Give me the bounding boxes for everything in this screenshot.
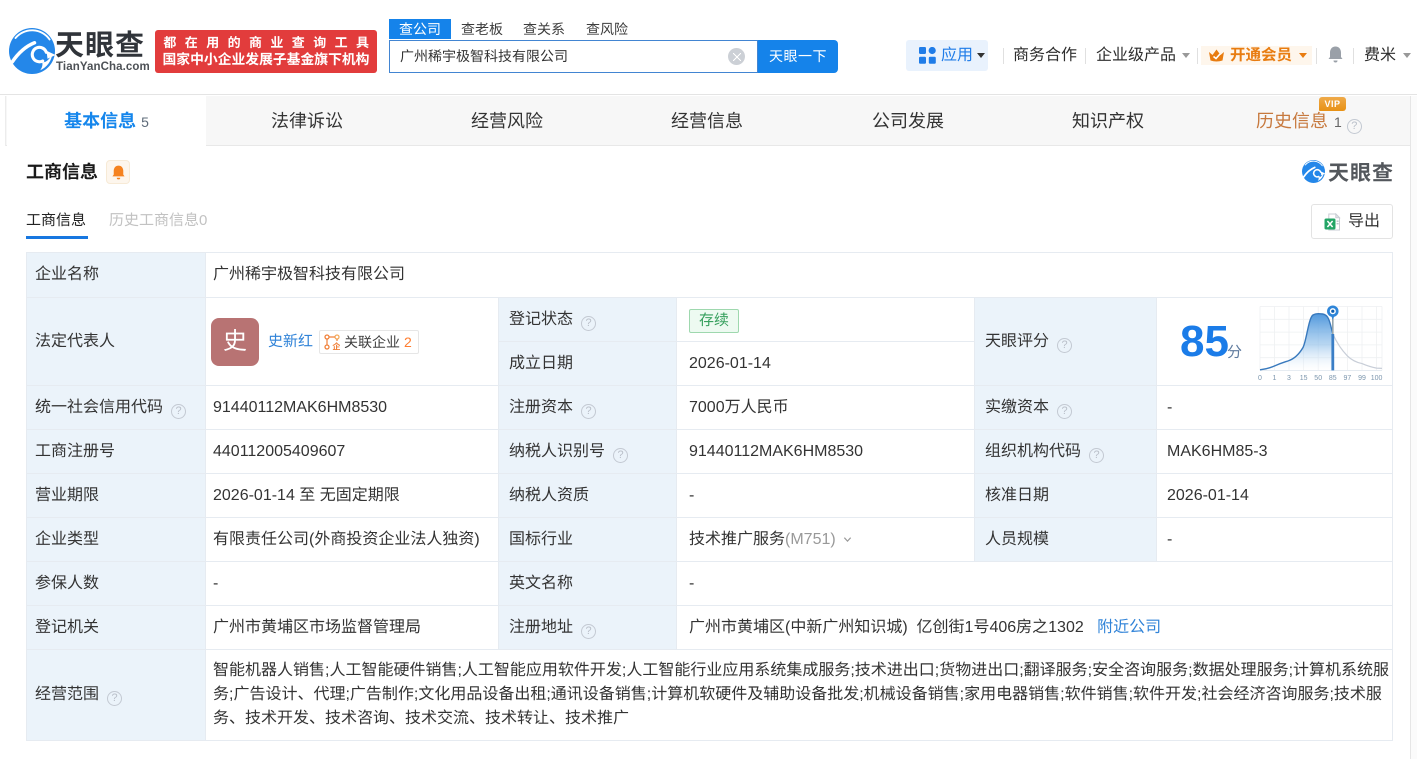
svg-text:企: 企 (332, 340, 340, 350)
svg-text:1: 1 (1273, 375, 1277, 382)
svg-text:97: 97 (1344, 375, 1352, 382)
svg-text:50: 50 (1314, 375, 1322, 382)
svg-text:99: 99 (1358, 375, 1366, 382)
svg-text:15: 15 (1300, 375, 1308, 382)
svg-text:0: 0 (1258, 375, 1262, 382)
svg-text:85: 85 (1329, 375, 1337, 382)
svg-text:100: 100 (1371, 375, 1383, 382)
svg-text:3: 3 (1287, 375, 1291, 382)
